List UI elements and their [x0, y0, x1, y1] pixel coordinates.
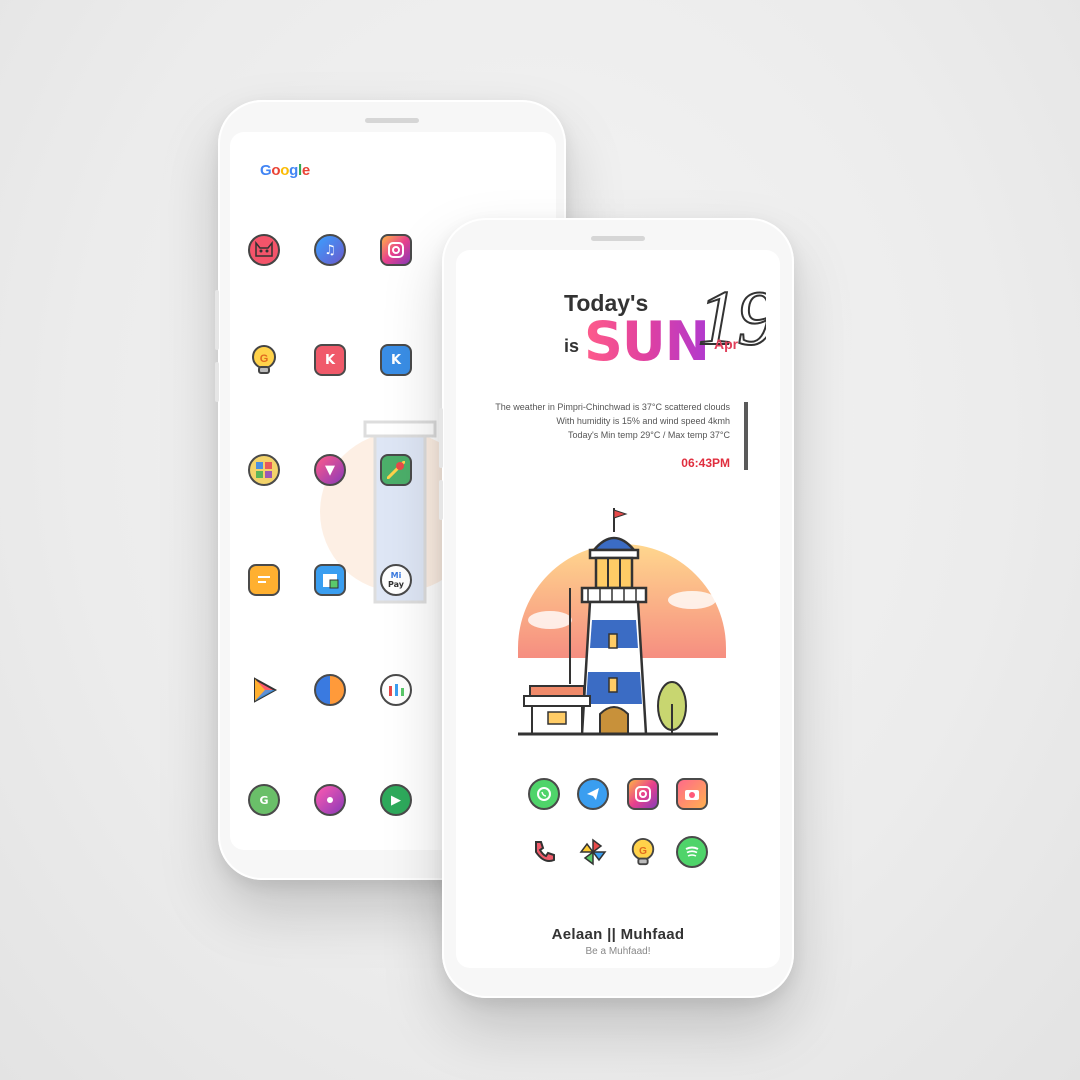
- svg-text:G: G: [260, 353, 269, 365]
- is-label: is: [564, 336, 580, 356]
- instagram-icon[interactable]: [626, 778, 659, 810]
- volume-button: [215, 290, 219, 350]
- music-player-icon[interactable]: ♫: [314, 234, 346, 266]
- messages-icon[interactable]: [248, 564, 280, 596]
- kwgt-icon[interactable]: K: [314, 344, 346, 376]
- day-number: 19: [697, 274, 766, 362]
- bulb-icon[interactable]: G: [248, 344, 280, 376]
- google-search-widget[interactable]: Google: [260, 162, 310, 179]
- footer-title: Aelaan || Muhfaad: [551, 926, 685, 943]
- mi-icon[interactable]: [380, 674, 412, 706]
- spotify-icon[interactable]: [675, 836, 708, 868]
- play-games-icon[interactable]: ▶: [380, 784, 412, 816]
- nova-icon[interactable]: ▼: [314, 454, 346, 486]
- telegram-icon[interactable]: [577, 778, 610, 810]
- pinwheel-icon[interactable]: [577, 836, 609, 868]
- green-app-icon[interactable]: G: [248, 784, 280, 816]
- whatsapp-icon[interactable]: [528, 778, 560, 810]
- side-button: [215, 362, 219, 402]
- mi-pay-bottom-label: Pay: [387, 580, 404, 589]
- weather-line-1: The weather in Pimpri-Chinchwad is 37°C …: [495, 402, 730, 412]
- instagram-icon[interactable]: [380, 234, 412, 266]
- google-logo-letter: o: [271, 162, 281, 179]
- svg-text:G: G: [639, 846, 647, 857]
- bulb-icon[interactable]: G: [627, 836, 659, 868]
- side-button: [439, 480, 443, 520]
- accent-bar: [744, 402, 748, 470]
- google-logo-text: Google: [260, 162, 310, 179]
- month-label: Apr: [714, 336, 739, 352]
- dock-row-1: [528, 778, 708, 810]
- phone-icon[interactable]: [528, 836, 560, 868]
- speaker-grille: [365, 118, 419, 123]
- weather-info: The weather in Pimpri-Chinchwad is 37°C …: [495, 400, 730, 442]
- app-folder-icon[interactable]: [248, 454, 280, 486]
- music-icon[interactable]: [314, 784, 346, 816]
- google-logo-letter: G: [260, 162, 272, 179]
- volume-button: [439, 408, 443, 468]
- front-phone: Today's is SUN 19 Apr The weather in Pim…: [439, 218, 794, 998]
- kwgt-blue-icon[interactable]: K: [380, 344, 412, 376]
- clock-time[interactable]: 06:43PM: [681, 456, 730, 470]
- weather-line-2: With humidity is 15% and wind speed 4kmh: [556, 416, 730, 426]
- contrast-icon[interactable]: [314, 674, 346, 706]
- weather-line-3: Today's Min temp 29°C / Max temp 37°C: [568, 430, 730, 440]
- calendar-icon[interactable]: [314, 564, 346, 596]
- speaker-grille: [591, 236, 645, 241]
- front-screen: Today's is SUN 19 Apr The weather in Pim…: [456, 250, 780, 968]
- play-store-icon[interactable]: [248, 674, 280, 706]
- google-logo-letter: e: [301, 162, 310, 179]
- lighthouse-illustration: [518, 508, 726, 736]
- maps-icon[interactable]: [380, 454, 412, 486]
- google-logo-letter: g: [289, 162, 298, 179]
- dock-row-2: G: [528, 836, 708, 868]
- footer-subtitle: Be a Muhfaad!: [585, 946, 651, 957]
- mi-pay-icon[interactable]: Mi Pay: [380, 564, 412, 596]
- cat-icon[interactable]: [248, 234, 280, 266]
- google-logo-letter: o: [280, 162, 290, 179]
- mi-pay-top-label: Mi: [390, 571, 402, 580]
- camera-icon[interactable]: [675, 778, 708, 810]
